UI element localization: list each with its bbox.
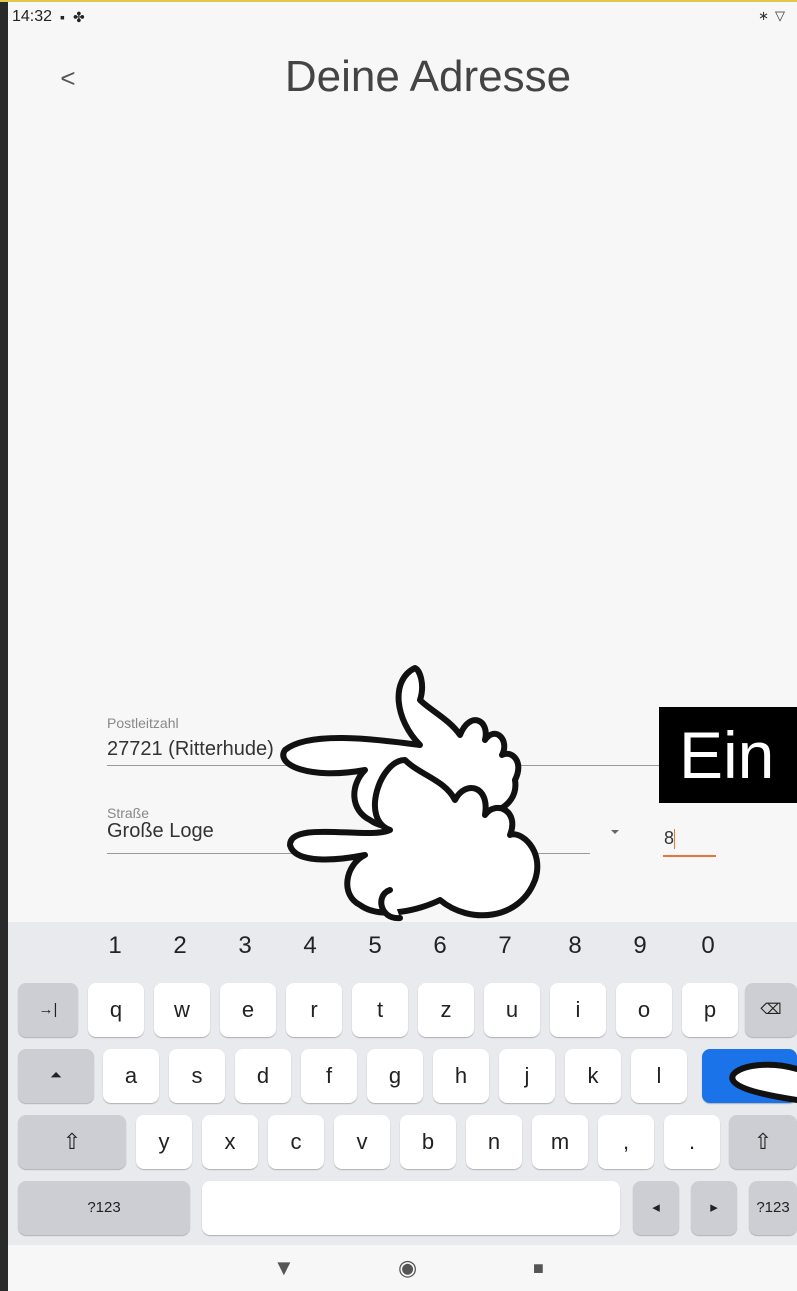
key-w[interactable]: w [154, 983, 210, 1037]
key-o[interactable]: o [616, 983, 672, 1037]
symbols-key-left[interactable]: ?123 [18, 1181, 190, 1235]
house-number-field[interactable]: 8 [664, 828, 676, 850]
key-5[interactable]: 5 [355, 932, 395, 960]
tab-key[interactable]: →| [18, 983, 78, 1037]
cursor-right-key[interactable]: ▸ [691, 1181, 737, 1235]
fan-icon: ✤ [73, 8, 85, 25]
key-d[interactable]: d [235, 1049, 291, 1103]
status-right-icons: ∗▽ [758, 8, 791, 24]
key-j[interactable]: j [499, 1049, 555, 1103]
backspace-key[interactable]: ⌫ [745, 983, 797, 1037]
number-row: 1 2 3 4 5 6 7 8 9 0 [8, 922, 797, 980]
nav-home-icon[interactable]: ◉ [398, 1255, 417, 1281]
status-time: 14:32 [12, 8, 53, 25]
pointing-hands-drawing [280, 665, 541, 921]
shift-key-left[interactable]: ⇧ [18, 1115, 126, 1169]
key-f[interactable]: f [301, 1049, 357, 1103]
key-9[interactable]: 9 [620, 932, 660, 960]
key-0[interactable]: 0 [688, 932, 728, 960]
scribble-drawing [729, 1061, 797, 1103]
overlay-text-box: Ein [659, 707, 797, 803]
key-u[interactable]: u [484, 983, 540, 1037]
caps-lock-key[interactable]: ⏶ [18, 1049, 94, 1103]
postcode-label: Postleitzahl [107, 715, 179, 731]
nav-back-icon[interactable]: ▼ [273, 1255, 295, 1281]
navigation-bar: ▼ ◉ ■ [8, 1245, 797, 1291]
key-n[interactable]: n [466, 1115, 522, 1169]
image-icon: ▪ [60, 9, 66, 25]
bluetooth-icon: ∗ [758, 8, 775, 23]
key-m[interactable]: m [532, 1115, 588, 1169]
symbols-key-right[interactable]: ?123 [749, 1181, 797, 1235]
key-i[interactable]: i [550, 983, 606, 1037]
key-comma[interactable]: , [598, 1115, 654, 1169]
key-s[interactable]: s [169, 1049, 225, 1103]
key-period[interactable]: . [664, 1115, 720, 1169]
dropdown-arrow-icon[interactable] [608, 827, 622, 837]
key-e[interactable]: e [220, 983, 276, 1037]
left-bezel [0, 0, 8, 1291]
street-label: Straße [107, 805, 150, 821]
key-p[interactable]: p [682, 983, 738, 1037]
page-title: Deine Adresse [284, 52, 572, 101]
key-7[interactable]: 7 [485, 932, 525, 960]
key-t[interactable]: t [352, 983, 408, 1037]
key-c[interactable]: c [268, 1115, 324, 1169]
key-v[interactable]: v [334, 1115, 390, 1169]
key-3[interactable]: 3 [225, 932, 265, 960]
house-number-underline [663, 855, 716, 857]
nav-recents-icon[interactable]: ■ [533, 1258, 544, 1279]
cursor-left-key[interactable]: ◂ [633, 1181, 679, 1235]
wifi-icon: ▽ [775, 8, 791, 23]
street-field[interactable]: Große Loge [107, 820, 214, 843]
key-g[interactable]: g [367, 1049, 423, 1103]
key-b[interactable]: b [400, 1115, 456, 1169]
key-q[interactable]: q [88, 983, 144, 1037]
key-r[interactable]: r [286, 983, 342, 1037]
key-l[interactable]: l [631, 1049, 687, 1103]
key-6[interactable]: 6 [420, 932, 460, 960]
text-cursor [674, 829, 676, 850]
key-1[interactable]: 1 [95, 932, 135, 960]
key-x[interactable]: x [202, 1115, 258, 1169]
key-8[interactable]: 8 [555, 932, 595, 960]
key-a[interactable]: a [103, 1049, 159, 1103]
space-key[interactable] [202, 1181, 620, 1235]
key-z[interactable]: z [418, 983, 474, 1037]
key-k[interactable]: k [565, 1049, 621, 1103]
key-y[interactable]: y [136, 1115, 192, 1169]
key-4[interactable]: 4 [290, 932, 330, 960]
on-screen-keyboard: 1 2 3 4 5 6 7 8 9 0 →| q w e r t z u i o… [8, 922, 797, 1245]
shift-key-right[interactable]: ⇧ [729, 1115, 797, 1169]
key-h[interactable]: h [433, 1049, 489, 1103]
house-number-value: 8 [664, 828, 675, 848]
status-bar: 14:32 ▪ ✤ ∗▽ [8, 2, 797, 32]
postcode-field[interactable]: 27721 (Ritterhude) [107, 738, 274, 761]
key-2[interactable]: 2 [160, 932, 200, 960]
